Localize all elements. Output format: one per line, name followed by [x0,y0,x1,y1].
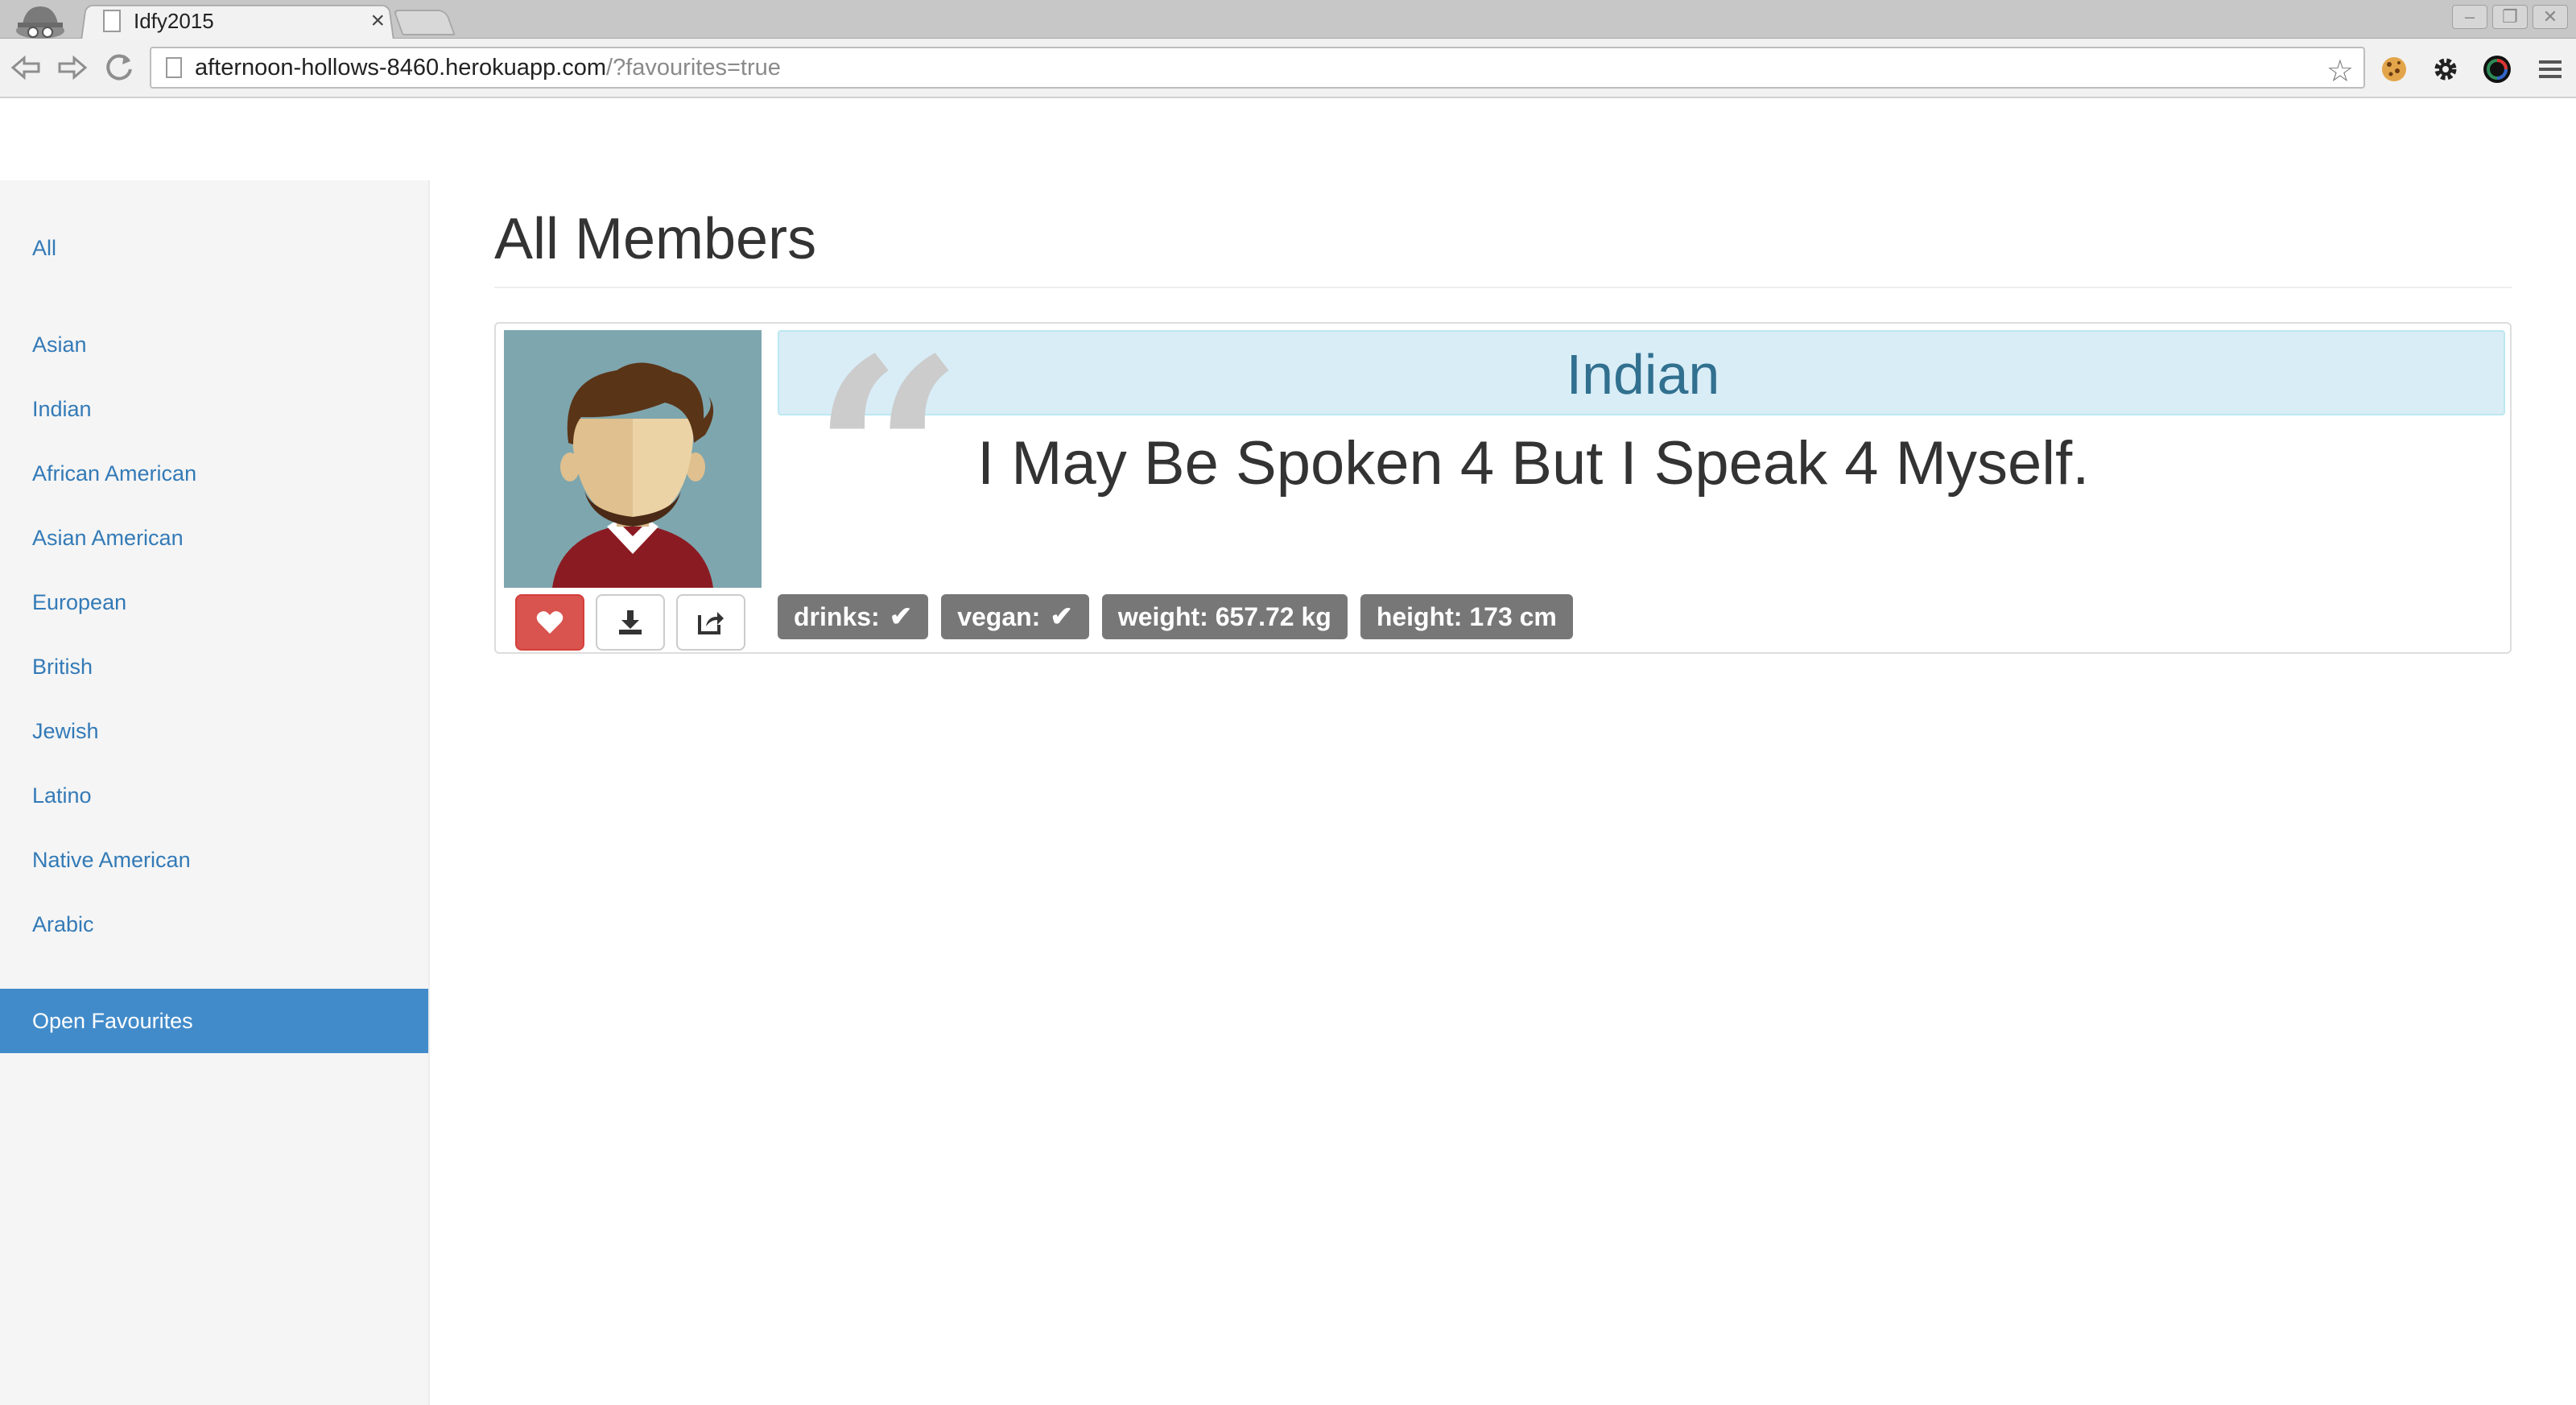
title-divider [494,287,2512,288]
minimize-button[interactable]: – [2452,5,2487,29]
tag-vegan: vegan: ✔ [941,594,1089,639]
gear-icon[interactable] [2428,52,2463,87]
card-heading-text: Indian [1566,343,1720,406]
browser-toolbar: afternoon-hollows-8460.herokuapp.com/?fa… [0,39,2576,98]
url-path: /?favourites=true [606,54,781,81]
page-title: All Members [494,207,817,271]
back-arrow-icon[interactable] [8,52,43,84]
sidebar-item-jewish[interactable]: Jewish [0,699,428,763]
address-bar[interactable]: afternoon-hollows-8460.herokuapp.com/?fa… [150,47,2365,89]
page-icon [166,57,182,78]
card-heading: Indian [778,330,2505,415]
member-quote: I May Be Spoken 4 But I Speak 4 Myself. [977,429,2090,498]
tab-title: Idfy2015 [134,8,214,33]
category-sidebar: All Asian Indian African American Asian … [0,180,430,1405]
browser-tab-bar: Idfy2015 × – ❐ ✕ [0,0,2576,40]
tag-vegan-label: vegan: [957,601,1041,631]
sidebar-item-all[interactable]: All [0,216,428,280]
heart-icon [536,611,564,634]
color-wheel-extension-icon[interactable] [2479,52,2515,87]
browser-tab-content[interactable]: Idfy2015 × [103,5,393,37]
share-icon [698,612,724,634]
member-tags: drinks: ✔ vegan: ✔ weight: 657.72 kg hei… [778,594,1573,639]
new-tab-button[interactable] [393,10,456,35]
download-button[interactable] [596,594,665,651]
member-card: Indian “ I May Be Spoken 4 But I Speak 4… [494,322,2512,654]
download-icon [619,610,642,634]
cookie-extension-icon[interactable] [2376,52,2412,87]
tag-drinks: drinks: ✔ [778,594,929,639]
close-window-button[interactable]: ✕ [2533,5,2568,29]
sidebar-item-asian-american[interactable]: Asian American [0,506,428,570]
sidebar-item-arabic[interactable]: Arabic [0,892,428,957]
sidebar-item-european[interactable]: European [0,570,428,634]
menu-icon[interactable] [2533,52,2568,87]
sidebar-item-native-american[interactable]: Native American [0,828,428,892]
sidebar-item-indian[interactable]: Indian [0,377,428,441]
favourite-button[interactable] [515,594,584,651]
checkmark-icon: ✔ [1050,601,1073,632]
reload-icon[interactable] [101,52,137,84]
member-avatar [504,330,762,588]
sidebar-item-latino[interactable]: Latino [0,763,428,828]
tag-height: height: 173 cm [1360,594,1573,639]
restore-button[interactable]: ❐ [2492,5,2528,29]
url-host: afternoon-hollows-8460.herokuapp.com [195,54,607,81]
share-button[interactable] [676,594,745,651]
tag-drinks-label: drinks: [794,601,880,631]
sidebar-item-african-american[interactable]: African American [0,441,428,506]
page-favicon-icon [103,10,121,32]
window-controls: – ❐ ✕ [2452,5,2568,29]
checkmark-icon: ✔ [889,601,913,632]
incognito-icon [5,0,77,39]
open-favourites-item[interactable]: Open Favourites [0,989,428,1053]
tab-close-icon[interactable]: × [370,9,385,33]
tag-weight: weight: 657.72 kg [1101,594,1348,639]
sidebar-item-british[interactable]: British [0,634,428,699]
web-page: All Asian Indian African American Asian … [0,100,2576,1405]
sidebar-item-asian[interactable]: Asian [0,312,428,377]
bookmark-star-icon[interactable]: ☆ [2326,53,2354,89]
forward-arrow-icon[interactable] [55,52,90,84]
